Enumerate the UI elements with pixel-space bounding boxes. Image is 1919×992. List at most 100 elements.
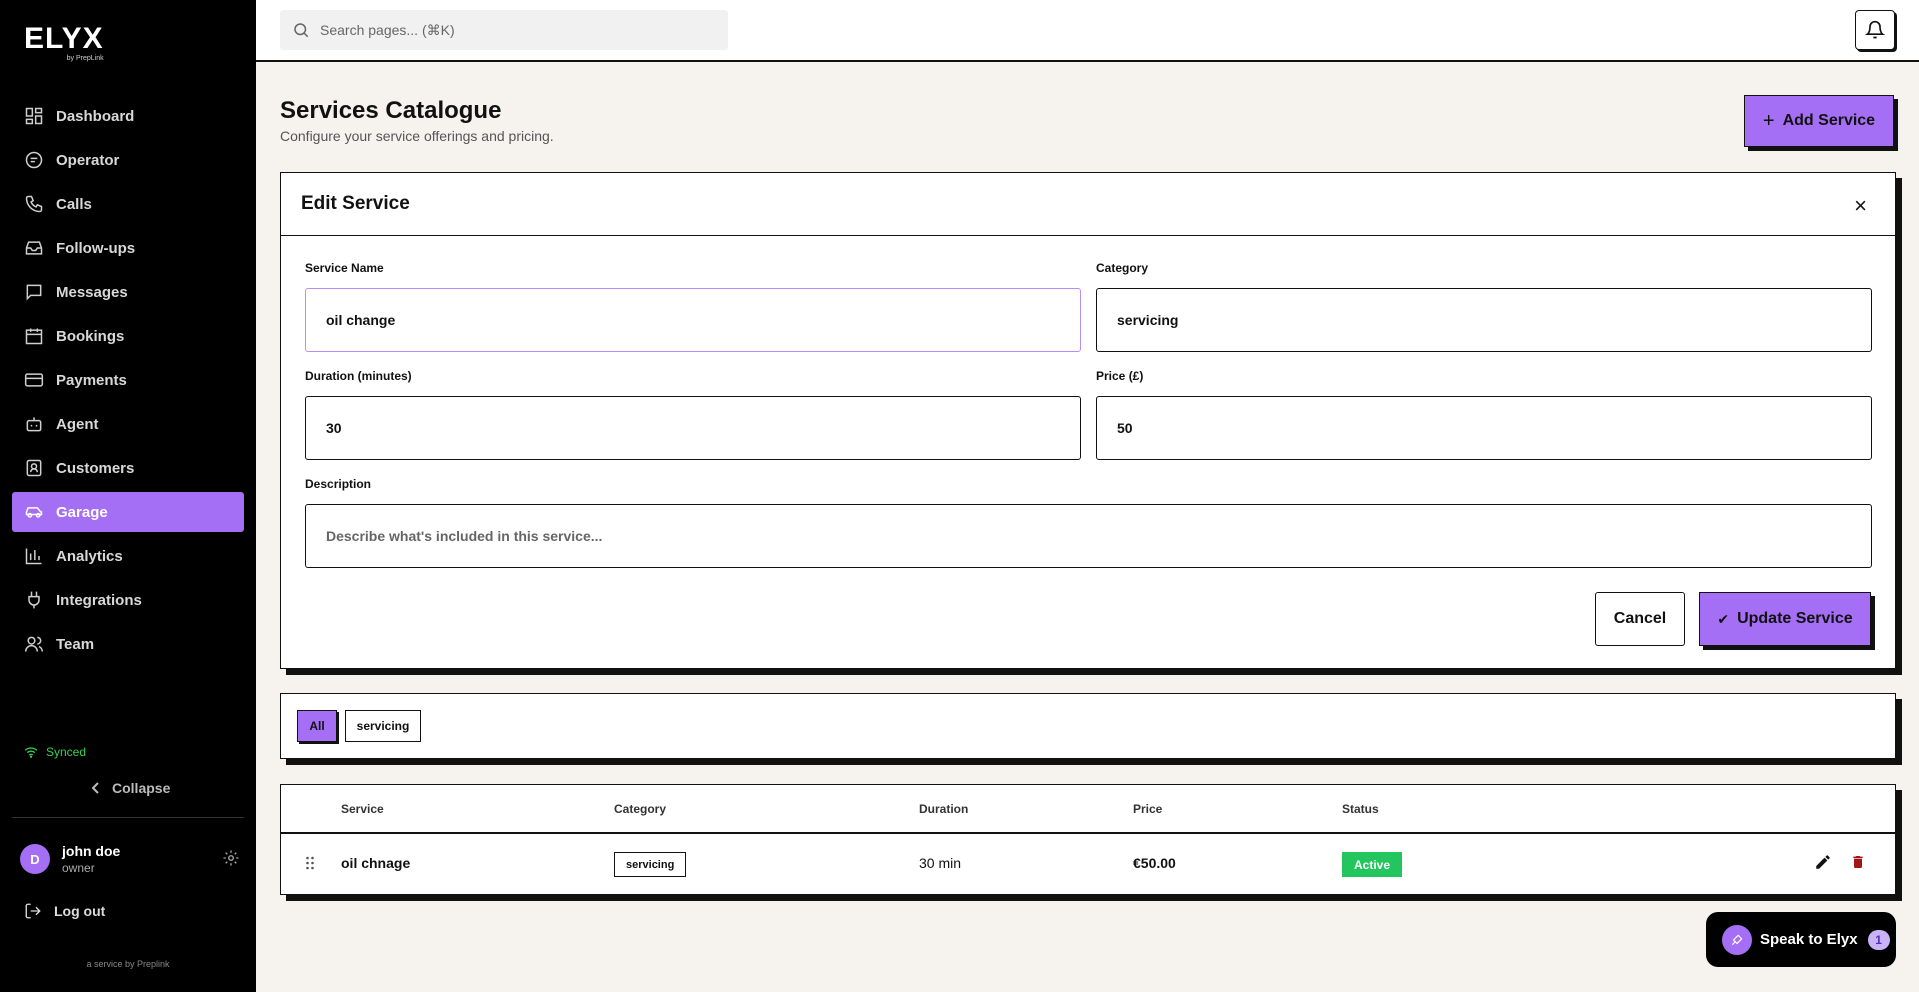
contact-icon	[26, 459, 42, 477]
services-table: Service Category Duration Price Status o…	[280, 784, 1896, 895]
plug-icon	[28, 591, 40, 609]
description-field[interactable]: Describe what's included in this service…	[305, 504, 1872, 568]
edit-pencil-icon[interactable]	[1814, 853, 1832, 871]
duration-cell: 30 min	[919, 855, 962, 871]
user-profile[interactable]: D john doe owner	[20, 843, 240, 875]
sidebar-nav: Dashboard Operator Calls Follow-ups Mess…	[12, 96, 244, 668]
sidebar-item-garage[interactable]: Garage	[12, 492, 244, 532]
column-header-category[interactable]: Category	[614, 802, 666, 816]
sidebar-item-operator[interactable]: Operator	[12, 140, 244, 180]
brand-tagline: by PrepLink	[66, 55, 104, 62]
sidebar-item-label: Payments	[56, 371, 127, 389]
notification-count-badge: 1	[1867, 929, 1890, 950]
microphone-icon	[1722, 924, 1752, 955]
sidebar-item-integrations[interactable]: Integrations	[12, 580, 244, 620]
sidebar-item-agent[interactable]: Agent	[12, 404, 244, 444]
column-header-duration[interactable]: Duration	[919, 802, 968, 816]
search-input[interactable]	[320, 22, 720, 38]
speak-to-elyx-label: Speak to Elyx	[1760, 931, 1858, 948]
credit-card-icon	[24, 373, 44, 387]
operator-icon	[25, 151, 43, 169]
price-label: Price (£)	[1096, 369, 1144, 383]
sidebar-item-label: Dashboard	[56, 107, 135, 125]
brand-logo[interactable]: ELYX by PrepLink	[24, 22, 104, 63]
page-title: Services Catalogue	[280, 97, 502, 124]
service-cell: oil chnage	[341, 855, 411, 871]
logout-label: Log out	[54, 903, 106, 919]
filter-chip-all[interactable]: All	[297, 710, 337, 742]
sidebar-item-label: Operator	[56, 151, 120, 169]
inbox-icon	[25, 241, 43, 255]
sync-status-label: Synced	[46, 745, 87, 759]
close-icon[interactable]: ×	[1854, 193, 1867, 219]
sidebar-item-label: Team	[56, 635, 95, 653]
cancel-button[interactable]: Cancel	[1595, 592, 1685, 646]
price-cell: €50.00	[1133, 855, 1176, 871]
sidebar-item-label: Garage	[56, 503, 108, 521]
user-name: john doe	[62, 843, 121, 859]
column-header-status[interactable]: Status	[1342, 802, 1379, 816]
sidebar-item-follow-ups[interactable]: Follow-ups	[12, 228, 244, 268]
sidebar-item-label: Integrations	[56, 591, 142, 609]
column-header-price[interactable]: Price	[1133, 802, 1162, 816]
category-label: Category	[1096, 261, 1149, 275]
sidebar-item-analytics[interactable]: Analytics	[12, 536, 244, 576]
chevron-left-icon	[91, 782, 99, 794]
description-label: Description	[305, 477, 372, 491]
user-role: owner	[62, 861, 95, 875]
column-header-service[interactable]: Service	[341, 802, 384, 816]
footer-note: a service by Preplink	[86, 959, 170, 969]
update-service-label: Update Service	[1737, 610, 1853, 627]
logout-button[interactable]: Log out	[24, 902, 105, 920]
notifications-button[interactable]	[1855, 10, 1895, 50]
sidebar-item-label: Agent	[56, 415, 99, 433]
sidebar-item-label: Bookings	[56, 327, 125, 345]
filter-chip-servicing[interactable]: servicing	[345, 710, 421, 742]
update-service-button[interactable]: ✔ Update Service	[1699, 592, 1871, 646]
sidebar-divider	[12, 817, 244, 818]
phone-icon	[25, 195, 43, 213]
sidebar-item-messages[interactable]: Messages	[12, 272, 244, 312]
top-bar	[256, 0, 1919, 62]
category-badge: servicing	[614, 852, 687, 877]
message-icon	[26, 284, 42, 301]
price-field[interactable]: 50	[1096, 396, 1872, 460]
add-service-button[interactable]: + Add Service	[1744, 95, 1894, 147]
sync-status: Synced	[24, 745, 86, 759]
status-badge: Active	[1342, 852, 1402, 877]
speak-to-elyx-button[interactable]: Speak to Elyx 1	[1706, 912, 1896, 967]
bell-icon	[1865, 20, 1885, 39]
duration-field[interactable]: 30	[305, 396, 1081, 460]
wifi-icon	[24, 747, 38, 758]
trash-icon[interactable]	[1850, 853, 1866, 871]
sidebar-item-payments[interactable]: Payments	[12, 360, 244, 400]
bar-chart-icon	[25, 548, 42, 565]
edit-service-title: Edit Service	[281, 173, 1895, 236]
calendar-icon	[25, 328, 43, 345]
service-name-field[interactable]: oil change	[305, 288, 1081, 352]
sidebar-item-team[interactable]: Team	[12, 624, 244, 664]
page-subtitle: Configure your service offerings and pri…	[280, 128, 554, 144]
search-bar[interactable]	[280, 10, 728, 50]
duration-label: Duration (minutes)	[305, 369, 412, 383]
sidebar: ELYX by PrepLink Dashboard Operator Call…	[0, 0, 256, 992]
avatar: D	[20, 844, 50, 874]
drag-handle-icon[interactable]	[305, 855, 315, 871]
sidebar-item-bookings[interactable]: Bookings	[12, 316, 244, 356]
check-icon: ✔	[1717, 610, 1730, 627]
search-icon	[294, 23, 309, 38]
sidebar-item-dashboard[interactable]: Dashboard	[12, 96, 244, 136]
service-name-label: Service Name	[305, 261, 384, 275]
sidebar-item-label: Messages	[56, 283, 128, 301]
table-header-divider	[281, 832, 1895, 834]
sidebar-item-calls[interactable]: Calls	[12, 184, 244, 224]
car-icon	[25, 507, 43, 518]
sidebar-item-label: Analytics	[56, 547, 123, 565]
collapse-button[interactable]: Collapse	[90, 780, 170, 796]
brand-name: ELYX	[24, 22, 104, 55]
collapse-label: Collapse	[112, 780, 171, 796]
sidebar-item-label: Calls	[56, 195, 92, 213]
gear-icon[interactable]	[222, 849, 240, 867]
sidebar-item-customers[interactable]: Customers	[12, 448, 244, 488]
category-field[interactable]: servicing	[1096, 288, 1872, 352]
